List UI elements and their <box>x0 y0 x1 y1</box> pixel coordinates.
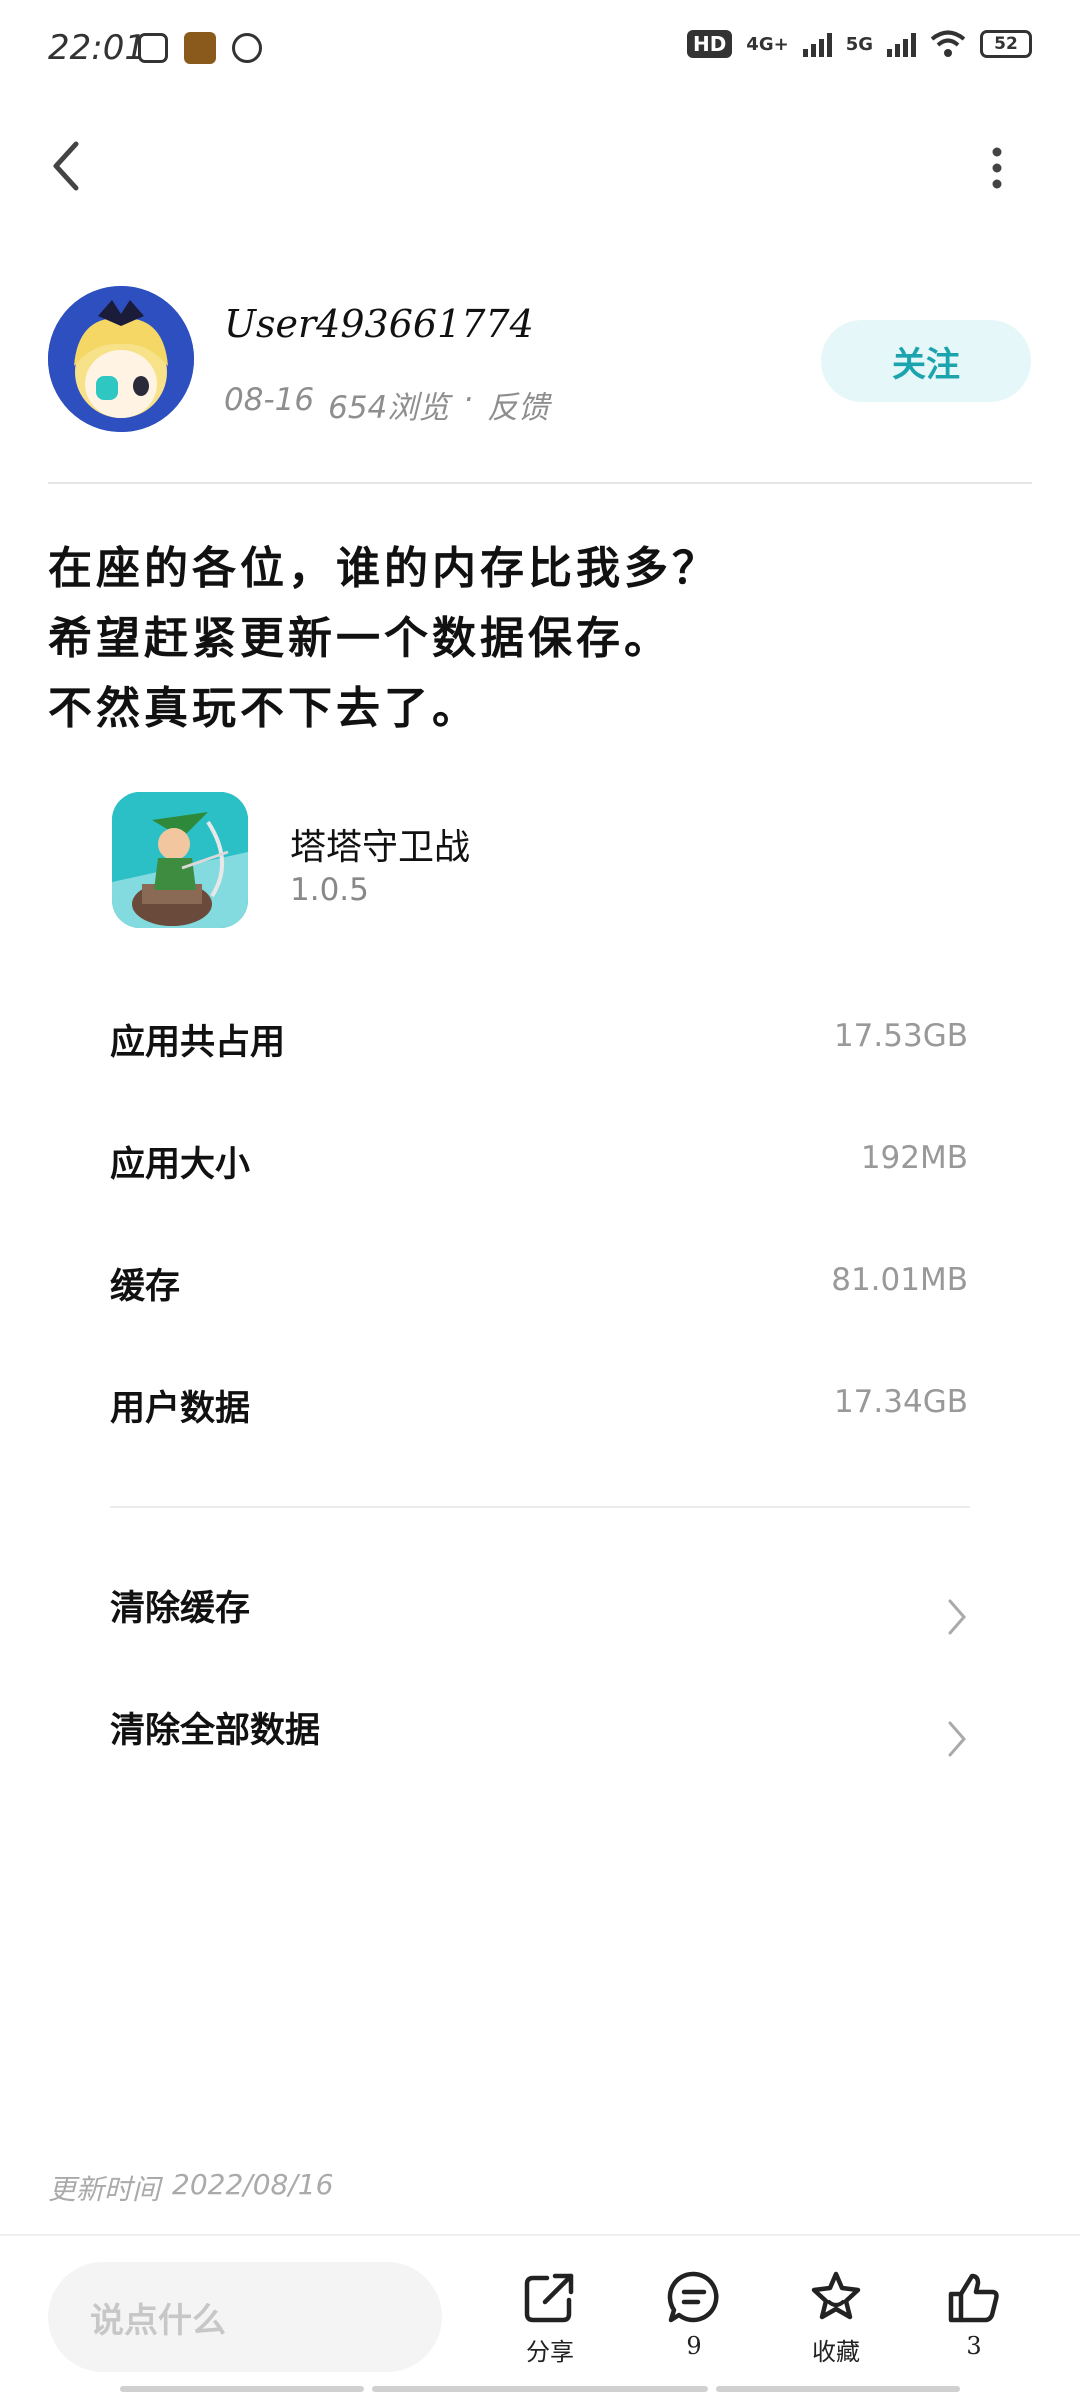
post-views: 654浏览 <box>328 390 450 426</box>
storage-row-label: 缓存 <box>110 1267 181 1307</box>
divider <box>0 2234 1080 2236</box>
storage-row-value: 17.53GB <box>833 1018 968 1054</box>
more-options-button[interactable] <box>982 146 1012 190</box>
update-time: 更新时间 2022/08/16 <box>48 2168 333 2208</box>
post-text-line: 在座的各位，谁的内存比我多？ <box>48 543 720 594</box>
battery-icon: 52 <box>980 30 1032 58</box>
app-icon[interactable] <box>112 792 248 928</box>
comment-icon <box>667 2271 719 2323</box>
gesture-bar <box>120 2386 364 2392</box>
storage-row-value: 17.34GB <box>833 1384 968 1420</box>
wifi-icon <box>930 30 966 57</box>
follow-button[interactable]: 关注 <box>821 320 1031 402</box>
share-button[interactable]: 分享 <box>490 2268 610 2367</box>
update-time-label: 更新时间 <box>48 2173 161 2206</box>
storage-row-value: 81.01MB <box>831 1262 968 1298</box>
post-date: 08-16 <box>224 382 315 418</box>
archer-character-icon <box>112 792 248 928</box>
signal-5g-icon <box>887 31 916 57</box>
chevron-left-icon <box>53 141 79 191</box>
share-label: 分享 <box>526 2338 574 2366</box>
storage-row-value: 192MB <box>860 1140 968 1176</box>
favorite-label: 收藏 <box>812 2338 860 2366</box>
signal-4g-icon <box>802 31 832 57</box>
divider <box>110 1506 970 1508</box>
divider <box>48 482 1032 484</box>
avatar[interactable] <box>48 286 194 432</box>
storage-row-label: 应用大小 <box>110 1145 251 1185</box>
status-time: 22:01 <box>48 28 146 68</box>
comment-button[interactable]: 9 <box>634 2268 754 2360</box>
post-text-line: 希望赶紧更新一个数据保存。 <box>48 613 672 664</box>
update-time-value: 2022/08/16 <box>172 2168 334 2201</box>
app-version: 1.0.5 <box>290 872 369 908</box>
network-4g-label: 4G+ <box>746 33 789 55</box>
avatar-character-icon <box>48 286 194 432</box>
clear-cache-row[interactable]: 清除缓存 <box>110 1580 970 1650</box>
like-button[interactable]: 3 <box>914 2268 1034 2360</box>
status-system-icons: HD 4G+ 5G 52 <box>686 30 1032 58</box>
clear-cache-label: 清除缓存 <box>110 1589 251 1629</box>
more-vertical-icon <box>992 147 1002 189</box>
meta-separator: · <box>463 382 474 418</box>
tv-icon <box>138 33 168 63</box>
gesture-bar <box>716 2386 960 2392</box>
status-notification-icons <box>138 32 262 64</box>
app-name[interactable]: 塔塔守卫战 <box>290 818 470 870</box>
hd-icon: HD <box>686 30 733 58</box>
back-button[interactable] <box>46 136 86 196</box>
swirl-icon <box>232 33 262 63</box>
like-count: 3 <box>966 2332 982 2360</box>
favorite-button[interactable]: 收藏 <box>776 2268 896 2367</box>
clear-all-data-label: 清除全部数据 <box>110 1711 321 1751</box>
share-icon <box>524 2273 574 2323</box>
thumbs-up-icon <box>948 2273 999 2323</box>
clear-all-data-row[interactable]: 清除全部数据 <box>110 1702 970 1772</box>
comment-input[interactable]: 说点什么 <box>48 2262 442 2372</box>
post-meta: 08-16 654浏览 · 反馈 <box>224 382 549 427</box>
network-5g-label: 5G <box>845 33 873 55</box>
author-username[interactable]: User493661774 <box>224 302 534 346</box>
post-text-line: 不然真玩不下去了。 <box>48 683 480 734</box>
feedback-link[interactable]: 反馈 <box>487 382 549 427</box>
gesture-bar <box>372 2386 708 2392</box>
comment-count: 9 <box>686 2332 702 2360</box>
storage-row-label: 用户数据 <box>110 1389 251 1429</box>
chevron-right-icon <box>948 1721 966 1757</box>
chevron-right-icon <box>948 1599 966 1635</box>
game-notification-icon <box>184 32 216 64</box>
storage-row-label: 应用共占用 <box>110 1023 286 1063</box>
star-icon <box>811 2271 861 2320</box>
